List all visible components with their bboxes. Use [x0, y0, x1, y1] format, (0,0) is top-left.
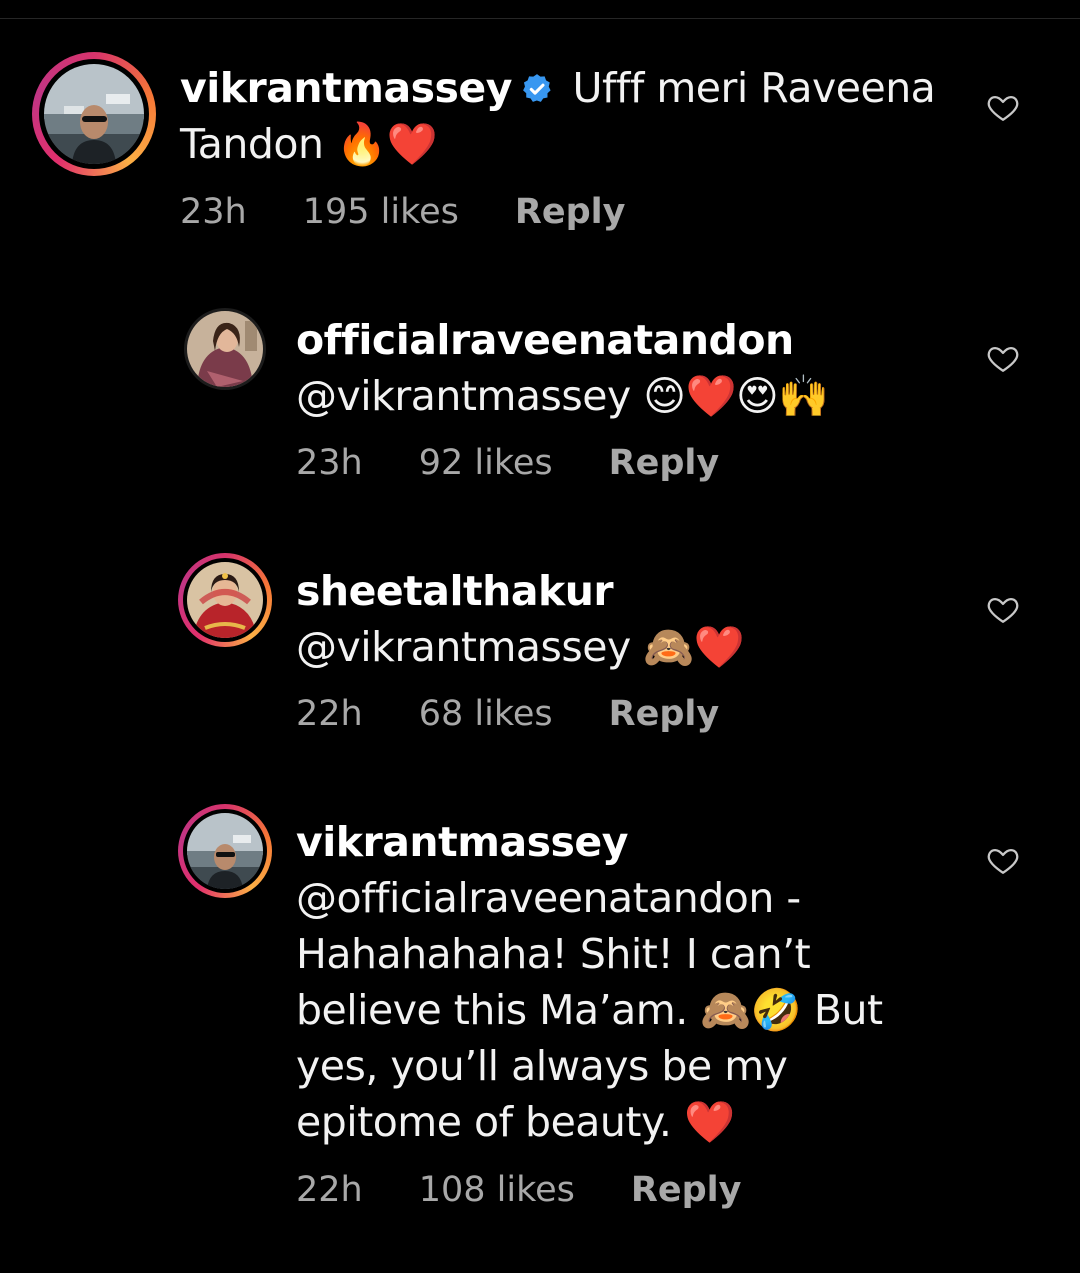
- comment-meta: 23h 195 likes Reply: [180, 192, 625, 232]
- comment-meta: 23h 92 likes Reply: [296, 443, 719, 483]
- timestamp: 22h: [296, 694, 363, 734]
- timestamp: 23h: [296, 443, 363, 483]
- comment-text: @vikrantmassey 🙈❤️: [296, 623, 745, 671]
- comment-body: officialraveenatandon @vikrantmassey 😊❤️…: [296, 312, 956, 424]
- heart-outline-icon[interactable]: [985, 90, 1021, 124]
- heart-outline-icon[interactable]: [985, 843, 1021, 877]
- comment-meta: 22h 108 likes Reply: [296, 1170, 741, 1210]
- likes-count[interactable]: 108 likes: [419, 1170, 575, 1210]
- comment-meta: 22h 68 likes Reply: [296, 694, 719, 734]
- username[interactable]: sheetalthakur: [296, 567, 614, 615]
- timestamp: 23h: [180, 192, 247, 232]
- comment-body: vikrantmassey Ufff meri Raveena Tandon 🔥…: [180, 60, 960, 172]
- comment-text: @officialraveenatandon - Hahahahaha! Shi…: [296, 874, 883, 1146]
- avatar[interactable]: [44, 64, 144, 164]
- username[interactable]: vikrantmassey: [180, 64, 512, 112]
- comment-body: vikrantmassey @officialraveenatandon - H…: [296, 814, 936, 1150]
- comment-body: sheetalthakur @vikrantmassey 🙈❤️: [296, 563, 956, 675]
- avatar[interactable]: [187, 813, 263, 889]
- likes-count[interactable]: 68 likes: [419, 694, 553, 734]
- verified-badge-icon: [523, 74, 551, 102]
- reply-button[interactable]: Reply: [609, 694, 720, 734]
- likes-count[interactable]: 195 likes: [303, 192, 459, 232]
- likes-count[interactable]: 92 likes: [419, 443, 553, 483]
- reply-button[interactable]: Reply: [631, 1170, 742, 1210]
- timestamp: 22h: [296, 1170, 363, 1210]
- heart-outline-icon[interactable]: [985, 592, 1021, 626]
- username[interactable]: vikrantmassey: [296, 818, 628, 866]
- reply-button[interactable]: Reply: [609, 443, 720, 483]
- username[interactable]: officialraveenatandon: [296, 316, 794, 364]
- avatar[interactable]: [187, 311, 263, 387]
- reply-button[interactable]: Reply: [515, 192, 626, 232]
- heart-outline-icon[interactable]: [985, 341, 1021, 375]
- avatar[interactable]: [187, 562, 263, 638]
- top-divider: [0, 18, 1080, 19]
- comment-text: @vikrantmassey 😊❤️😍🙌: [296, 372, 829, 420]
